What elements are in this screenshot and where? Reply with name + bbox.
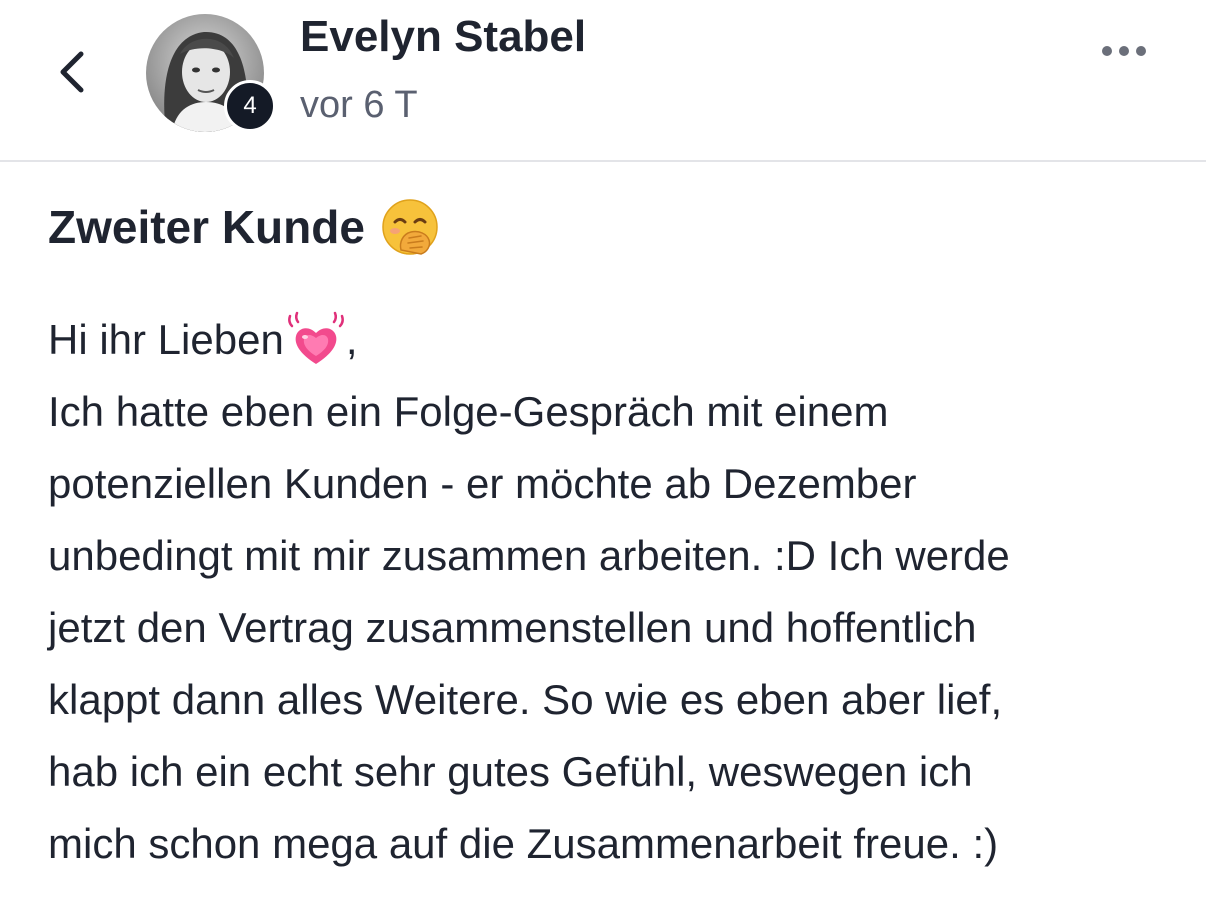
level-badge: 4 [224, 80, 276, 132]
post-header: 4 Evelyn Stabel vor 6 T [0, 0, 1206, 162]
chevron-left-icon [60, 51, 84, 93]
post-line: hab ich ein echt sehr gutes Gefühl, wesw… [48, 748, 973, 795]
post-line: klappt dann alles Weitere. So wie es ebe… [48, 676, 1003, 723]
post-line: potenziellen Kunden - er möchte ab Dezem… [48, 460, 917, 507]
post-body: Hi ihr Lieben , Ich hatte eben ein Folge… [48, 304, 1168, 880]
more-horizontal-icon [1102, 46, 1112, 56]
face-with-hand-over-mouth-icon [382, 199, 438, 255]
post-title-text: Zweiter Kunde [48, 201, 365, 253]
post-greeting-suffix: , [345, 316, 358, 363]
post-greeting: Hi ihr Lieben [48, 316, 284, 363]
back-button[interactable] [42, 40, 102, 104]
post-line: mich schon mega auf die Zusammenarbeit f… [48, 820, 999, 867]
post-line: jetzt den Vertrag zusammenstellen und ho… [48, 604, 977, 651]
author-name[interactable]: Evelyn Stabel [300, 12, 586, 62]
author-avatar[interactable]: 4 [146, 14, 276, 132]
beating-heart-icon [287, 311, 344, 364]
post-line: unbedingt mit mir zusammen arbeiten. :D … [48, 532, 1010, 579]
post-line: Ich hatte eben ein Folge-Gespräch mit ei… [48, 388, 889, 435]
post-timestamp: vor 6 T [300, 84, 418, 126]
post-greeting-line: Hi ihr Lieben , [48, 304, 1168, 376]
more-options-button[interactable] [1094, 34, 1154, 68]
post-title: Zweiter Kunde [48, 198, 439, 256]
